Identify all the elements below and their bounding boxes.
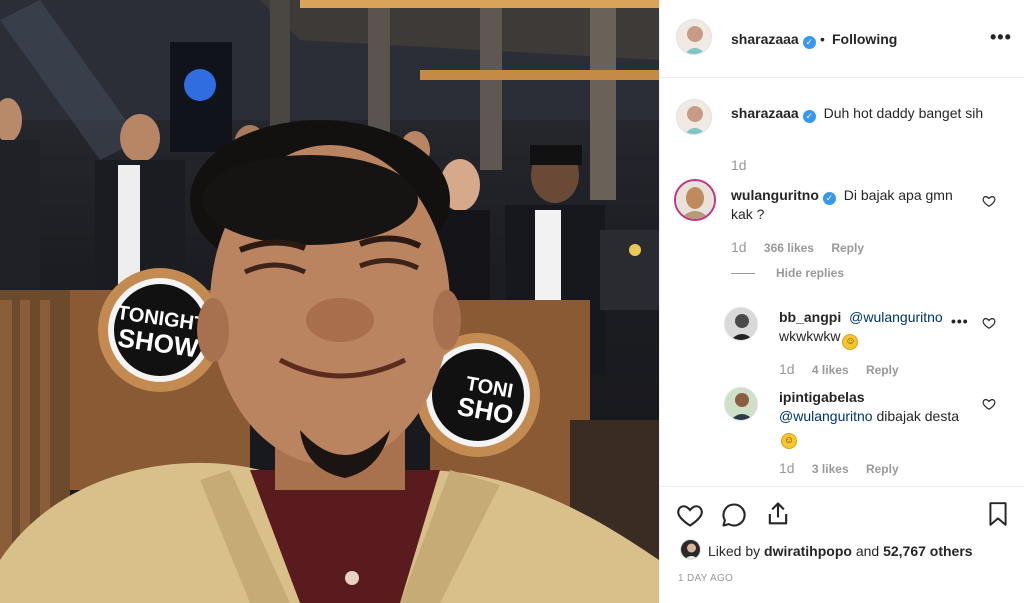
comment-bubble-icon[interactable] (720, 501, 748, 529)
reply-reply-button[interactable]: Reply (866, 363, 899, 377)
liked-by-text: Liked by dwiratihpopo and 52,767 others (708, 543, 973, 559)
caption-avatar[interactable] (676, 99, 712, 135)
verified-badge-icon: ✓ (822, 192, 836, 205)
reply-time[interactable]: 1d (779, 460, 795, 476)
liked-by-others-link[interactable]: 52,767 others (883, 543, 973, 559)
share-icon[interactable] (764, 500, 792, 528)
comment-username-text: wulanguritno (731, 187, 819, 203)
bookmark-icon[interactable] (985, 500, 1011, 528)
reply-text: @wulanguritno dibajak desta ☺ (779, 407, 969, 449)
reply-avatar[interactable] (724, 387, 758, 421)
liked-by-user-link[interactable]: dwiratihpopo (764, 543, 852, 559)
post-side-panel: sharazaaa ✓ • Following ••• sharazaaa ✓ Du… (659, 0, 1024, 603)
author-username: sharazaaa (731, 31, 799, 47)
reply-meta: 1d 4 likes Reply (779, 361, 913, 377)
reply-username[interactable]: ipintigabelas (779, 389, 865, 405)
comment-avatar[interactable] (674, 179, 716, 221)
caption-time[interactable]: 1d (731, 157, 747, 173)
comment-reply-button[interactable]: Reply (831, 241, 864, 255)
reply-text: bb_angpi @wulanguritno (779, 308, 949, 327)
more-options-icon[interactable]: ••• (990, 27, 1012, 48)
comment-likes[interactable]: 366 likes (764, 241, 814, 255)
caption-username[interactable]: sharazaaa ✓ (731, 105, 816, 123)
like-comment-heart-icon[interactable] (982, 194, 996, 208)
reply-mention[interactable]: @wulanguritno (849, 309, 943, 325)
like-heart-icon[interactable] (676, 501, 704, 529)
avatar-image (725, 388, 757, 420)
verified-badge-icon: ✓ (802, 36, 816, 49)
photo-illustration: TONIGHT SHOW TONI SHO (0, 0, 659, 603)
reply-body: wkwkwkw (779, 328, 841, 344)
avatar-image (725, 308, 757, 340)
reply-likes[interactable]: 4 likes (812, 363, 849, 377)
post-date[interactable]: 1 DAY AGO (678, 573, 733, 584)
reply-body: dibajak desta (876, 408, 960, 424)
hide-replies-button[interactable]: Hide replies (776, 266, 844, 280)
reply-more-options-icon[interactable]: ••• (951, 313, 969, 329)
post-actions: Liked by dwiratihpopo and 52,767 others … (660, 486, 1024, 603)
avatar-image (676, 181, 714, 219)
avatar-image (677, 20, 711, 54)
comment-meta: 1d 366 likes Reply (731, 239, 878, 255)
reply-mention[interactable]: @wulanguritno (779, 408, 873, 424)
caption-body: Duh hot daddy banget sih (823, 105, 984, 121)
verified-badge-icon: ✓ (802, 110, 816, 123)
reply-username[interactable]: bb_angpi (779, 309, 841, 325)
author-avatar[interactable] (676, 19, 712, 55)
author-username-link[interactable]: sharazaaa ✓ (731, 31, 816, 49)
rofl-emoji-icon: ☺ (842, 334, 859, 350)
reply-meta: 1d 3 likes Reply (779, 460, 913, 476)
avatar-image (681, 540, 700, 559)
rofl-emoji-icon: ☺ (781, 433, 797, 449)
reply-body-line: wkwkwkw ☺ (779, 327, 859, 350)
liked-by-avatar[interactable] (680, 539, 701, 560)
caption-text: sharazaaa ✓ Duh hot daddy banget sih (731, 104, 1001, 123)
reply-time[interactable]: 1d (779, 361, 795, 377)
like-reply-heart-icon[interactable] (982, 397, 996, 411)
reply-likes[interactable]: 3 likes (812, 462, 849, 476)
following-button[interactable]: Following (832, 31, 897, 47)
post-header: sharazaaa ✓ • Following ••• (660, 0, 1024, 78)
comments-list[interactable]: sharazaaa ✓ Duh hot daddy banget sih 1d w… (660, 79, 1024, 485)
liked-by-and: and (855, 543, 880, 559)
comment-username[interactable]: wulanguritno ✓ (731, 187, 836, 205)
avatar-image (677, 100, 711, 134)
post-photo: TONIGHT SHOW TONI SHO (0, 0, 659, 603)
comment-time[interactable]: 1d (731, 239, 747, 255)
reply-avatar[interactable] (724, 307, 758, 341)
liked-by-prefix: Liked by (708, 543, 761, 559)
comment-text: wulanguritno ✓ Di bajak apa gmn kak ? (731, 186, 971, 224)
reply-reply-button[interactable]: Reply (866, 462, 899, 476)
caption-meta: 1d (731, 157, 761, 173)
replies-divider (731, 273, 755, 274)
like-reply-heart-icon[interactable] (982, 316, 996, 330)
caption-username-text: sharazaaa (731, 105, 799, 121)
reply-username-line: ipintigabelas (779, 388, 869, 407)
header-separator: • (820, 31, 825, 47)
